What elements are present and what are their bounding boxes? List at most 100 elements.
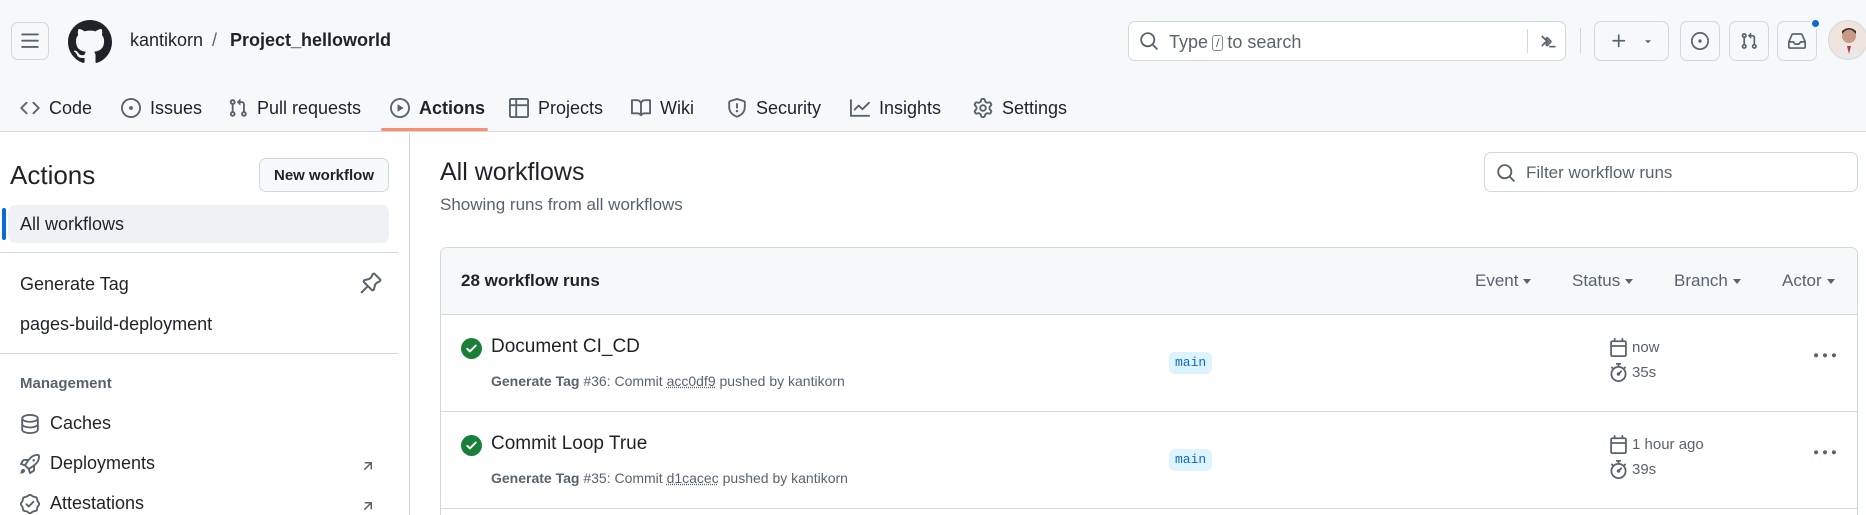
- your-pull-requests-button[interactable]: [1729, 21, 1769, 61]
- breadcrumb-owner[interactable]: kantikorn: [130, 30, 203, 51]
- breadcrumb-separator: /: [212, 30, 217, 51]
- run-timestamp: 1 hour ago: [1609, 435, 1704, 454]
- calendar-icon: [1609, 338, 1628, 357]
- search-placeholder-suffix: to search: [1227, 32, 1301, 53]
- plus-icon: [1610, 32, 1628, 50]
- sidebar-item-deployments[interactable]: Deployments: [20, 453, 155, 474]
- user-avatar[interactable]: [1828, 20, 1866, 60]
- external-link-arrow-icon: [360, 458, 376, 474]
- search-divider: [1527, 29, 1528, 53]
- search-placeholder: Type / to search: [1169, 32, 1301, 53]
- actor-filter-dropdown[interactable]: Actor: [1782, 271, 1835, 291]
- tab-security[interactable]: Security: [727, 84, 821, 132]
- tab-label: Projects: [538, 98, 603, 119]
- tab-insights[interactable]: Insights: [850, 84, 941, 132]
- tab-label: Issues: [150, 98, 202, 119]
- tab-label: Code: [49, 98, 92, 119]
- workflow-run-row[interactable]: Document CI_CD Generate Tag #36: Commit …: [441, 315, 1857, 412]
- filter-label: Branch: [1674, 271, 1728, 291]
- database-icon: [20, 414, 40, 434]
- search-icon: [1139, 31, 1159, 51]
- inbox-icon: [1788, 32, 1806, 50]
- your-issues-button[interactable]: [1680, 21, 1720, 61]
- git-pull-request-icon: [228, 98, 248, 118]
- run-detail-suffix: pushed by kantikorn: [723, 470, 848, 486]
- branch-filter-dropdown[interactable]: Branch: [1674, 271, 1741, 291]
- command-palette-icon[interactable]: [1537, 31, 1559, 51]
- filter-label: Event: [1475, 271, 1518, 291]
- tab-pull-requests[interactable]: Pull requests: [228, 84, 361, 132]
- tab-label: Actions: [419, 98, 485, 119]
- branch-label[interactable]: main: [1169, 449, 1212, 471]
- management-heading: Management: [20, 375, 112, 392]
- tab-settings[interactable]: Settings: [973, 84, 1067, 132]
- run-when: now: [1632, 339, 1660, 356]
- caret-down-icon: [1733, 279, 1741, 284]
- tab-projects[interactable]: Projects: [509, 84, 603, 132]
- kebab-horizontal-icon: [1814, 345, 1836, 367]
- sidebar-divider: [0, 252, 398, 253]
- tab-wiki[interactable]: Wiki: [631, 84, 694, 132]
- sidebar-item-label: All workflows: [20, 214, 124, 235]
- status-filter-dropdown[interactable]: Status: [1572, 271, 1633, 291]
- run-actions-menu-button[interactable]: [1812, 343, 1838, 369]
- sidebar-item-attestations[interactable]: Attestations: [20, 493, 144, 514]
- caret-down-icon: [1523, 279, 1531, 284]
- sidebar-item-pages-build-deployment[interactable]: pages-build-deployment: [20, 314, 212, 335]
- calendar-icon: [1609, 435, 1628, 454]
- issue-opened-icon: [121, 98, 141, 118]
- run-detail-suffix: pushed by kantikorn: [720, 373, 845, 389]
- global-search-input[interactable]: Type / to search: [1128, 21, 1566, 61]
- run-meta: Generate Tag #36: Commit acc0df9 pushed …: [491, 373, 845, 389]
- book-icon: [631, 98, 651, 118]
- tab-label: Pull requests: [257, 98, 361, 119]
- runs-list-header: 28 workflow runs Event Status Branch Act…: [441, 248, 1857, 315]
- run-title[interactable]: Document CI_CD: [491, 336, 640, 358]
- sidebar-item-caches[interactable]: Caches: [20, 413, 111, 434]
- run-title[interactable]: Commit Loop True: [491, 433, 647, 455]
- tab-label: Insights: [879, 98, 941, 119]
- commit-sha-link[interactable]: acc0df9: [667, 373, 716, 389]
- check-circle-fill-icon: [461, 435, 482, 456]
- stopwatch-icon: [1609, 460, 1628, 479]
- sidebar-title: Actions: [10, 160, 95, 191]
- pin-icon[interactable]: [360, 272, 382, 294]
- search-shortcut-key: /: [1212, 35, 1223, 51]
- hamburger-icon: [20, 31, 40, 51]
- menu-button[interactable]: [11, 22, 49, 60]
- tab-code[interactable]: Code: [20, 84, 92, 132]
- graph-icon: [850, 98, 870, 118]
- create-new-button[interactable]: [1594, 21, 1669, 61]
- branch-label[interactable]: main: [1169, 352, 1212, 374]
- external-link-arrow-icon: [360, 498, 376, 514]
- commit-sha-link[interactable]: d1cacec: [667, 470, 719, 486]
- page-title: All workflows: [440, 158, 584, 187]
- event-filter-dropdown[interactable]: Event: [1475, 271, 1531, 291]
- shield-icon: [727, 98, 747, 118]
- tab-actions[interactable]: Actions: [390, 84, 485, 132]
- table-icon: [509, 98, 529, 118]
- run-duration: 39s: [1609, 460, 1656, 479]
- workflow-runs-list: 28 workflow runs Event Status Branch Act…: [440, 247, 1858, 515]
- search-icon: [1496, 163, 1516, 183]
- rocket-icon: [20, 454, 40, 474]
- filter-label: Status: [1572, 271, 1620, 291]
- workflow-run-row[interactable]: Commit Loop True Generate Tag #35: Commi…: [441, 412, 1857, 509]
- sidebar-item-generate-tag[interactable]: Generate Tag: [20, 274, 129, 295]
- sidebar-item-label: Attestations: [50, 493, 144, 514]
- stopwatch-icon: [1609, 363, 1628, 382]
- run-detail-prefix: #36: Commit: [583, 373, 662, 389]
- run-workflow-name: Generate Tag: [491, 470, 579, 486]
- new-workflow-button[interactable]: New workflow: [259, 158, 389, 192]
- tab-issues[interactable]: Issues: [121, 84, 202, 132]
- sidebar-item-label: Deployments: [50, 453, 155, 474]
- caret-down-icon: [1625, 279, 1633, 284]
- breadcrumb-repo[interactable]: Project_helloworld: [230, 30, 391, 51]
- filter-workflow-runs-input[interactable]: Filter workflow runs: [1484, 152, 1858, 192]
- run-actions-menu-button[interactable]: [1812, 440, 1838, 466]
- github-logo-icon[interactable]: [68, 20, 112, 64]
- avatar-image-icon: [1829, 21, 1866, 60]
- actions-sidebar: Actions New workflow All workflows Gener…: [0, 133, 410, 515]
- runs-count: 28 workflow runs: [461, 271, 600, 291]
- triangle-down-icon: [1642, 35, 1654, 47]
